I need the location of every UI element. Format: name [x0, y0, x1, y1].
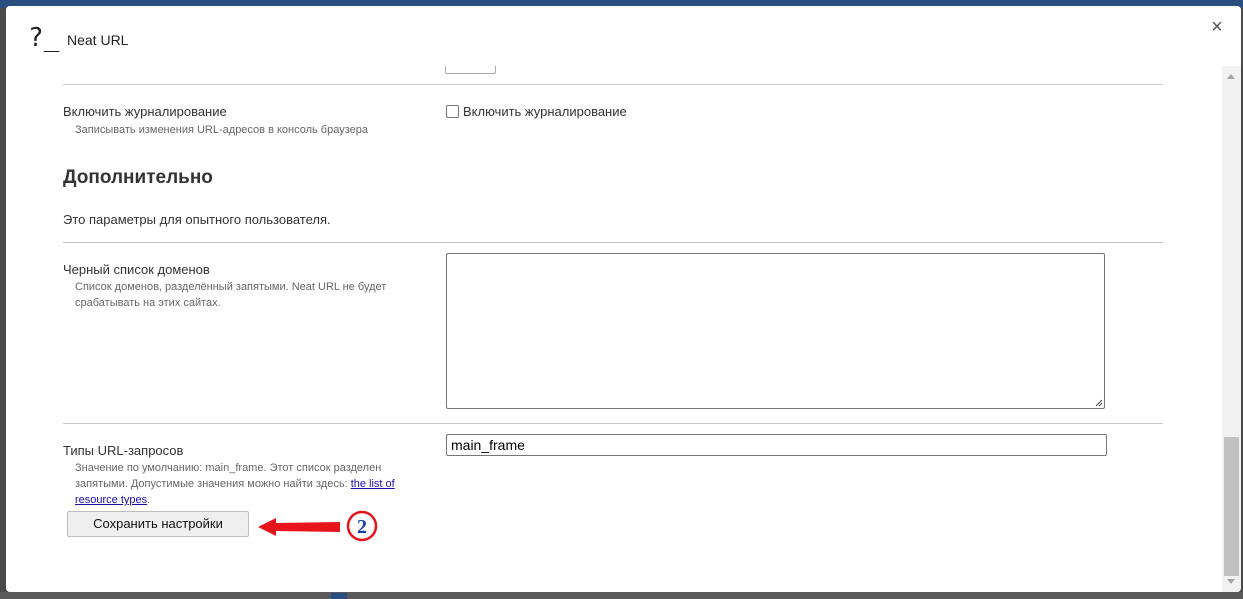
request-types-description-line2: запятыми. Допустимые значения можно найт…	[75, 476, 395, 492]
divider	[63, 242, 1163, 243]
blacklist-textarea[interactable]	[446, 253, 1105, 409]
resize-handle-icon[interactable]	[1094, 398, 1103, 407]
background-page-footer	[0, 592, 1243, 599]
blacklist-description-line2: срабатывать на этих сайтах.	[75, 297, 221, 309]
request-types-label: Типы URL-запросов	[63, 443, 184, 458]
request-types-input[interactable]: main_frame	[446, 434, 1107, 456]
logging-label: Включить журналирование	[63, 104, 227, 119]
scrollbar-thumb[interactable]	[1224, 437, 1239, 576]
request-types-description-line3: resource types.	[75, 492, 395, 508]
logging-checkbox-label: Включить журналирование	[463, 104, 627, 119]
scroll-up-icon[interactable]	[1227, 74, 1235, 79]
request-types-description: Значение по умолчанию: main_frame. Этот …	[75, 460, 395, 508]
logging-checkbox[interactable]	[446, 105, 459, 118]
divider	[63, 423, 1163, 424]
logging-description: Записывать изменения URL-адресов в консо…	[75, 124, 368, 136]
dialog-title: Neat URL	[67, 32, 129, 48]
options-content: Включить журналирование Записывать измен…	[6, 66, 1222, 592]
section-title-advanced: Дополнительно	[63, 167, 213, 188]
options-dialog: ?_ Neat URL × Включить журналирование За…	[6, 6, 1241, 592]
divider	[63, 84, 1163, 85]
section-note-advanced: Это параметры для опытного пользователя.	[63, 212, 331, 227]
red-arrow-icon	[258, 518, 340, 536]
annotation-marker: 2	[258, 510, 378, 542]
save-settings-button[interactable]: Сохранить настройки	[67, 511, 249, 537]
app-logo-icon: ?_	[28, 23, 60, 53]
annotation-number: 2	[357, 516, 367, 538]
blacklist-label: Черный список доменов	[63, 262, 210, 277]
close-icon[interactable]: ×	[1207, 17, 1227, 37]
resource-types-link-continued[interactable]: resource types	[75, 494, 147, 506]
background-checkbox	[331, 593, 347, 599]
request-types-description-suffix: .	[147, 494, 151, 506]
vertical-scrollbar[interactable]	[1222, 66, 1241, 592]
blacklist-description-line1: Список доменов, разделённый запятыми. Ne…	[75, 281, 387, 293]
request-types-description-line1: Значение по умолчанию: main_frame. Этот …	[75, 462, 382, 474]
blacklist-description: Список доменов, разделённый запятыми. Ne…	[75, 279, 386, 311]
dialog-header: ?_ Neat URL ×	[6, 6, 1241, 66]
previous-input-stub	[445, 66, 496, 74]
request-types-description-text: запятыми. Допустимые значения можно найт…	[75, 478, 351, 490]
logging-checkbox-row[interactable]: Включить журналирование	[446, 104, 627, 119]
resource-types-link[interactable]: the list of	[351, 478, 395, 490]
scroll-down-icon[interactable]	[1227, 579, 1235, 584]
